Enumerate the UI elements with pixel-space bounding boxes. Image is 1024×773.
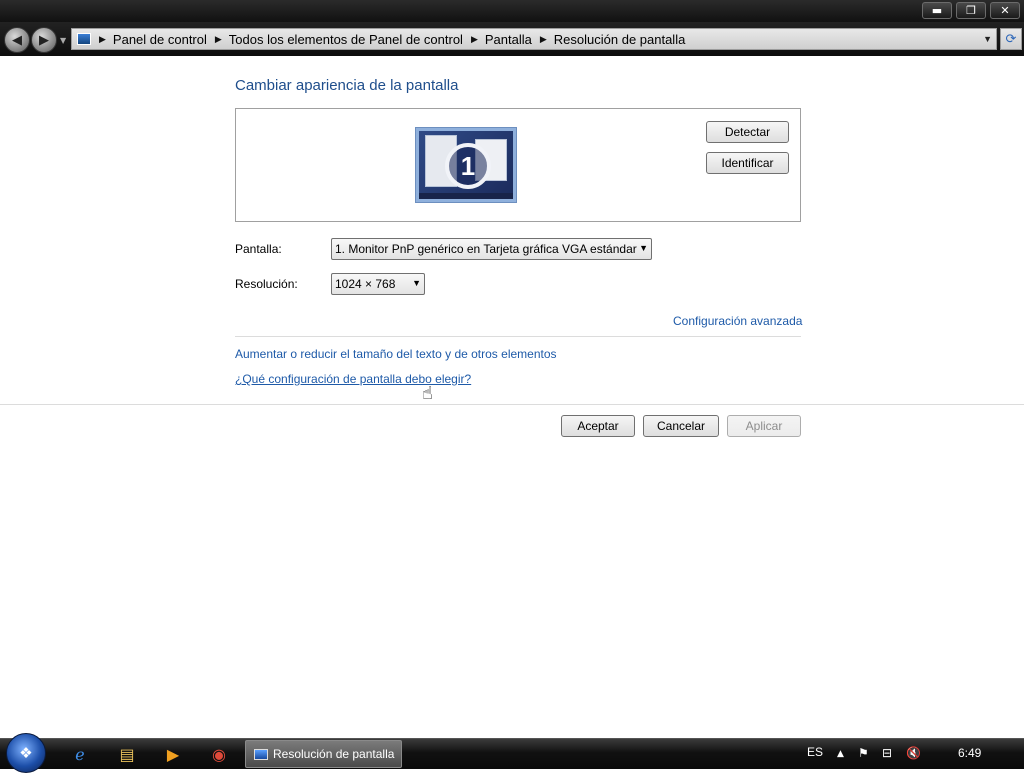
breadcrumb-control-panel[interactable]: Panel de control [113,32,207,47]
breadcrumb-display[interactable]: Pantalla [485,32,532,47]
action-center-flag-icon[interactable]: ⚑ [858,746,869,760]
display-select-value: 1. Monitor PnP genérico en Tarjeta gráfi… [335,242,637,256]
minimize-button[interactable]: ▬ [922,2,952,19]
hand-cursor-icon: ☝ [422,383,433,404]
control-panel-icon [77,33,91,45]
file-explorer-icon[interactable]: ▤ [116,743,138,765]
refresh-icon: ⟳ [1005,31,1017,47]
apply-button[interactable]: Aplicar [727,415,801,437]
chevron-down-icon: ▼ [639,243,648,253]
windows-logo-icon: ❖ [19,744,33,762]
taskbar-thumbnail [419,193,513,199]
page-title: Cambiar apariencia de la pantalla [235,77,459,94]
taskbar-active-window[interactable]: Resolución de pantalla [245,740,402,768]
breadcrumb-chevron-icon[interactable]: ▶ [540,34,547,45]
text-size-link[interactable]: Aumentar o reducir el tamaño del texto y… [235,347,557,361]
language-indicator[interactable]: ES [807,745,823,759]
navigation-bar: ◀ ▶ ▼ ▶ Panel de control ▶ Todos los ele… [0,22,1024,56]
window-controls: ▬ ❐ ✕ [922,2,1020,19]
network-icon[interactable]: ⊟ [882,746,892,760]
monitor-screen: 1 [419,131,513,199]
restore-button[interactable]: ❐ [956,2,986,19]
forward-button[interactable]: ▶ [31,27,57,53]
back-button[interactable]: ◀ [4,27,30,53]
display-label: Pantalla: [235,242,282,256]
monitor-number-badge: 1 [445,143,491,189]
title-bar: ▬ ❐ ✕ [0,0,1024,22]
screen-resolution-icon [254,748,268,760]
breadcrumb-chevron-icon[interactable]: ▶ [99,34,106,45]
divider [235,336,801,337]
system-clock[interactable]: 6:49 [958,746,981,760]
display-help-link[interactable]: ¿Qué configuración de pantalla debo eleg… [235,372,471,386]
recent-pages-dropdown-icon[interactable]: ▼ [60,36,66,45]
address-dropdown-icon[interactable]: ▼ [983,34,992,44]
chrome-icon[interactable]: ◉ [208,743,230,765]
monitor-1-thumbnail[interactable]: 1 [415,127,517,203]
address-bar[interactable]: ▶ Panel de control ▶ Todos los elementos… [71,28,997,50]
volume-muted-icon[interactable]: 🔇 [906,746,921,760]
breadcrumb-chevron-icon[interactable]: ▶ [471,34,478,45]
identify-button[interactable]: Identificar [706,152,789,174]
forward-arrow-icon: ▶ [39,32,49,48]
media-player-icon[interactable]: ▶ [162,743,184,765]
resolution-select[interactable]: 1024 × 768 ▼ [331,273,425,295]
monitor-preview-panel: 1 Detectar Identificar [235,108,801,222]
detect-button[interactable]: Detectar [706,121,789,143]
internet-explorer-icon[interactable]: ℯ [69,743,91,765]
resolution-label: Resolución: [235,277,298,291]
back-arrow-icon: ◀ [12,32,22,48]
resolution-select-value: 1024 × 768 [335,277,396,291]
chevron-down-icon: ▼ [412,278,421,288]
start-button[interactable]: ❖ [6,733,46,773]
show-hidden-icons-icon[interactable]: ▲ [837,749,844,759]
taskbar-window-title: Resolución de pantalla [273,747,395,761]
breadcrumb-screen-resolution[interactable]: Resolución de pantalla [554,32,686,47]
refresh-button[interactable]: ⟳ [1000,28,1022,50]
breadcrumb-all-items[interactable]: Todos los elementos de Panel de control [229,32,463,47]
display-select[interactable]: 1. Monitor PnP genérico en Tarjeta gráfi… [331,238,652,260]
advanced-settings-link[interactable]: Configuración avanzada [673,314,802,328]
taskbar: ❖ ℯ ▤ ▶ ◉ Resolución de pantalla ES ▲ ⚑ … [0,733,1024,773]
ok-button[interactable]: Aceptar [561,415,635,437]
footer-divider [0,404,1024,405]
close-button[interactable]: ✕ [990,2,1020,19]
cancel-button[interactable]: Cancelar [643,415,719,437]
breadcrumb-chevron-icon[interactable]: ▶ [215,34,222,45]
